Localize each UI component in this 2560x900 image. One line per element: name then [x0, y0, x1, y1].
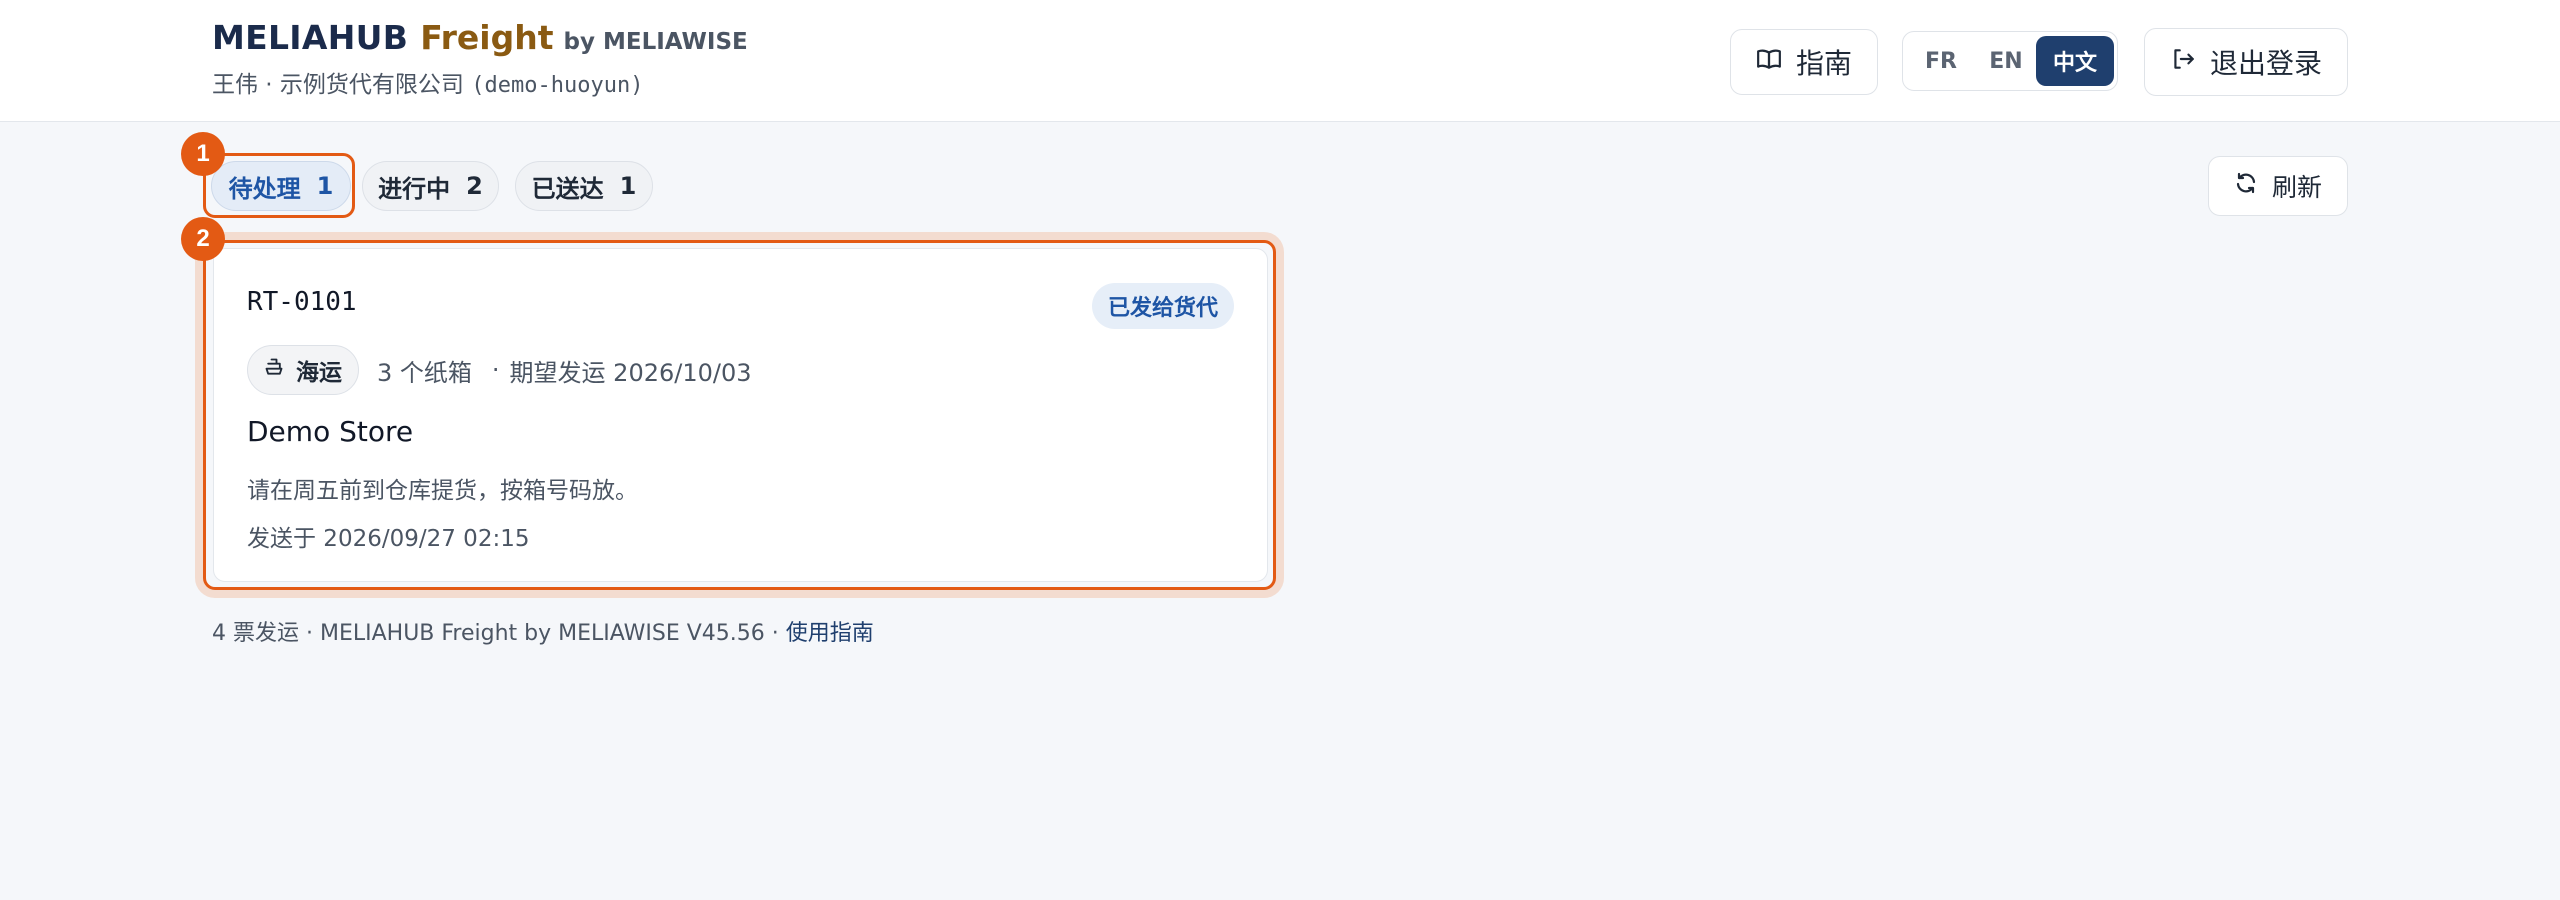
lang-fr-button[interactable]: FR [1906, 36, 1976, 86]
brand-title: MELIAHUB Freight by MELIAWISE [212, 18, 748, 57]
logout-label: 退出登录 [2209, 47, 2322, 80]
brand-block: MELIAHUB Freight by MELIAWISE 王伟 · 示例货代有… [212, 18, 748, 99]
lang-zh-button[interactable]: 中文 [2036, 36, 2114, 86]
language-switcher: FR EN 中文 [1902, 31, 2118, 91]
tab-label: 已送达 [531, 174, 604, 203]
book-icon [1756, 46, 1782, 79]
highlight-box-2 [203, 240, 1276, 590]
tenant-code: (demo-huoyun) [471, 73, 644, 98]
guide-label: 指南 [1795, 47, 1852, 80]
tab-count: 2 [466, 172, 483, 200]
logout-button[interactable]: 退出登录 [2144, 28, 2348, 96]
footer-text: 4 票发运 · MELIAHUB Freight by MELIAWISE V4… [212, 621, 786, 646]
refresh-label: 刷新 [2271, 173, 2322, 202]
tab-delivered[interactable]: 已送达 1 [515, 161, 653, 211]
annotation-badge-2: 2 [181, 217, 225, 261]
refresh-button[interactable]: 刷新 [2208, 156, 2348, 216]
highlight-box-1 [203, 153, 355, 218]
tab-count: 1 [619, 172, 637, 200]
user-company: 王伟 · 示例货代有限公司 [212, 72, 464, 98]
user-company-line: 王伟 · 示例货代有限公司 (demo-huoyun) [212, 65, 748, 99]
logout-icon [2170, 46, 2196, 79]
brand-byline: by MELIAWISE [563, 29, 748, 55]
tab-in-progress[interactable]: 进行中 2 [362, 161, 499, 211]
app-header: MELIAHUB Freight by MELIAWISE 王伟 · 示例货代有… [0, 0, 2560, 122]
brand-name: MELIAHUB [212, 18, 409, 57]
footer: 4 票发运 · MELIAHUB Freight by MELIAWISE V4… [212, 615, 874, 647]
guide-button[interactable]: 指南 [1730, 29, 1878, 95]
brand-product: Freight [420, 18, 554, 57]
refresh-icon [2234, 171, 2258, 201]
lang-en-button[interactable]: EN [1976, 36, 2036, 86]
user-guide-link[interactable]: 使用指南 [786, 621, 874, 646]
annotation-badge-1: 1 [181, 132, 225, 176]
tab-label: 进行中 [378, 174, 451, 203]
